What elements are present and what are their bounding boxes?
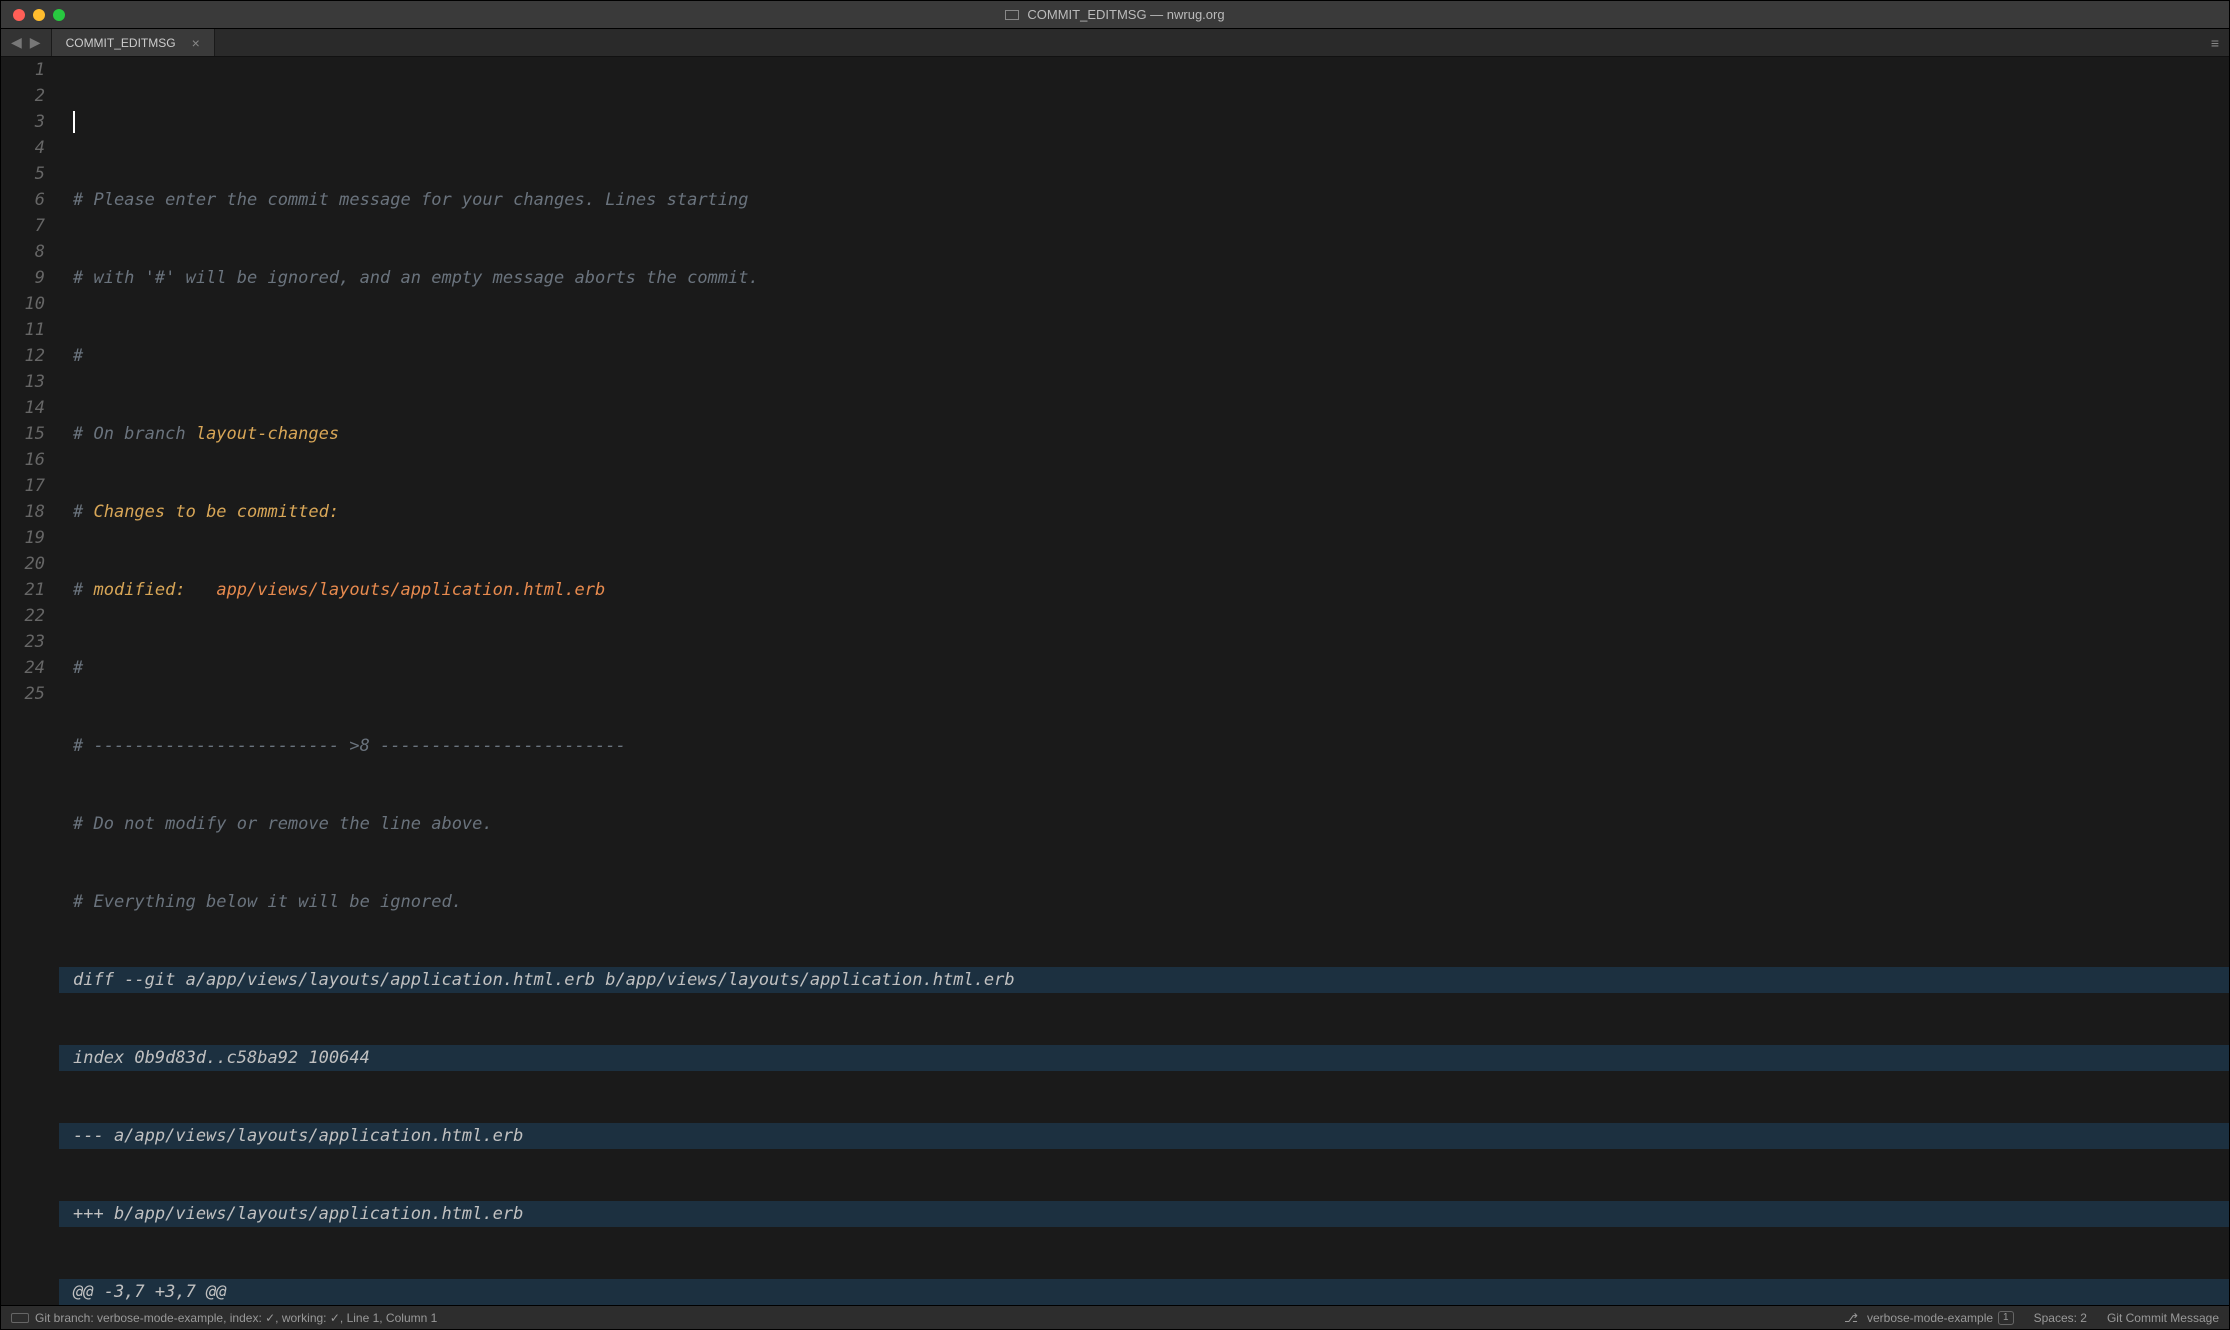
maximize-window-button[interactable] (53, 9, 65, 21)
status-indentation[interactable]: Spaces: 2 (2034, 1311, 2087, 1325)
tab-commit-editmsg[interactable]: COMMIT_EDITMSG × (52, 29, 215, 56)
close-tab-icon[interactable]: × (192, 35, 200, 51)
window-title: COMMIT_EDITMSG — nwrug.org (1027, 7, 1224, 22)
status-bar: Git branch: verbose-mode-example, index:… (1, 1305, 2229, 1329)
minimize-window-button[interactable] (33, 9, 45, 21)
code-line: # modified: app/views/layouts/applicatio… (59, 577, 2229, 603)
status-git-branch[interactable]: verbose-mode-example 1 (1844, 1311, 2013, 1325)
code-line: index 0b9d83d..c58ba92 100644 (59, 1045, 2229, 1071)
code-line: # (59, 655, 2229, 681)
close-window-button[interactable] (13, 9, 25, 21)
code-line: # Please enter the commit message for yo… (59, 187, 2229, 213)
code-line: # Do not modify or remove the line above… (59, 811, 2229, 837)
code-line (59, 109, 2229, 135)
code-line: @@ -3,7 +3,7 @@ (59, 1279, 2229, 1305)
code-line: diff --git a/app/views/layouts/applicati… (59, 967, 2229, 993)
line-number-gutter: 1 2 3 4 5 6 7 8 9 10 11 12 13 14 15 16 1… (1, 57, 59, 1305)
status-syntax[interactable]: Git Commit Message (2107, 1311, 2219, 1325)
nav-back-icon[interactable]: ◀ (11, 34, 22, 51)
code-line: # with '#' will be ignored, and an empty… (59, 265, 2229, 291)
branch-badge: 1 (1998, 1311, 2014, 1325)
code-content[interactable]: # Please enter the commit message for yo… (59, 57, 2229, 1305)
tab-bar: ◀ ▶ COMMIT_EDITMSG × ≡ (1, 29, 2229, 57)
git-branch-icon (1844, 1311, 1862, 1325)
nav-forward-icon[interactable]: ▶ (30, 34, 41, 51)
code-line: # (59, 343, 2229, 369)
code-line: +++ b/app/views/layouts/application.html… (59, 1201, 2229, 1227)
code-line: # On branch layout-changes (59, 421, 2229, 447)
tab-label: COMMIT_EDITMSG (66, 36, 176, 50)
tab-menu-icon[interactable]: ≡ (2201, 29, 2229, 56)
editor-area[interactable]: 1 2 3 4 5 6 7 8 9 10 11 12 13 14 15 16 1… (1, 57, 2229, 1305)
status-left-text[interactable]: Git branch: verbose-mode-example, index:… (35, 1311, 437, 1325)
code-line: # Everything below it will be ignored. (59, 889, 2229, 915)
traffic-lights (1, 9, 65, 21)
editor-window: COMMIT_EDITMSG — nwrug.org ◀ ▶ COMMIT_ED… (0, 0, 2230, 1330)
code-line: # Changes to be committed: (59, 499, 2229, 525)
titlebar: COMMIT_EDITMSG — nwrug.org (1, 1, 2229, 29)
code-line: # ------------------------ >8 ----------… (59, 733, 2229, 759)
text-cursor (73, 111, 75, 133)
file-icon (1005, 10, 1019, 20)
status-panel-icon[interactable] (11, 1313, 29, 1323)
code-line: --- a/app/views/layouts/application.html… (59, 1123, 2229, 1149)
